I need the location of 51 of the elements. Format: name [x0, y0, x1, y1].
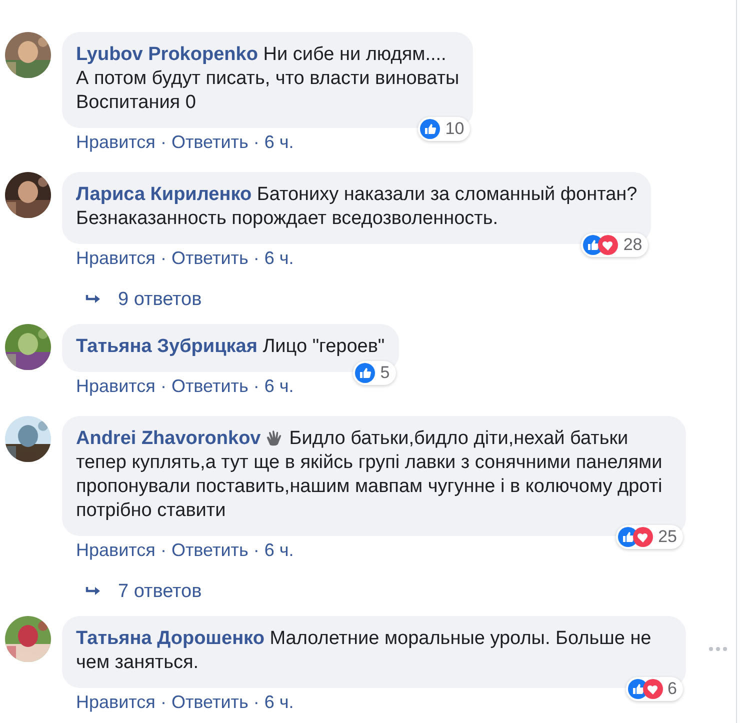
like-link[interactable]: Нравится [76, 540, 156, 560]
timestamp: 6 ч. [264, 376, 294, 396]
separator: · [160, 132, 166, 152]
like-icon [420, 119, 440, 139]
author-name[interactable]: Татьяна Зубрицкая [76, 336, 258, 357]
separator: · [253, 132, 260, 152]
like-link[interactable]: Нравится [76, 248, 156, 268]
author-name[interactable]: Andrei Zhavoronkov [76, 428, 261, 449]
separator: · [160, 248, 166, 268]
separator: · [253, 376, 260, 396]
comment-text: Lyubov Prokopenko Ни сибе ни людям.... А потом будут писать, что власти виноваты Воспитания 0 [76, 43, 460, 115]
separator: · [160, 692, 166, 712]
reaction-count: 10 [445, 119, 464, 139]
author-name[interactable]: Lyubov Prokopenko [76, 44, 258, 65]
reaction-count: 25 [658, 527, 677, 547]
author-name[interactable]: Лариса Кириленко [76, 184, 252, 205]
reply-link[interactable]: Ответить [171, 540, 248, 560]
reply-link[interactable]: Ответить [171, 248, 248, 268]
reply-arrow-icon [85, 586, 101, 598]
like-link[interactable]: Нравится [76, 376, 156, 396]
separator: · [253, 540, 260, 560]
reaction-summary[interactable]: 5 [353, 361, 396, 385]
reaction-summary[interactable]: 10 [418, 117, 470, 141]
reply-arrow-icon [85, 294, 101, 306]
separator: · [160, 376, 166, 396]
separator: · [253, 248, 260, 268]
reply-link[interactable]: Ответить [171, 132, 248, 152]
reaction-summary[interactable]: 28 [581, 233, 648, 257]
separator: · [160, 540, 166, 560]
like-link[interactable]: Нравится [76, 692, 156, 712]
comment-text: Andrei Zhavoronkov Бидло батьки,бидло діти,нехай батьки тепер куплять,а тут ще в якійсь групі лавки з сонячними панелями пропонували поставить,нашим мавпам чугунне і в колючому дроті потрібно ставити [76, 427, 664, 523]
reply-link[interactable]: Ответить [171, 376, 248, 396]
reaction-summary[interactable]: 25 [616, 525, 683, 549]
separator: · [253, 692, 260, 712]
reaction-count: 6 [668, 679, 677, 699]
view-replies-link[interactable]: 9 ответов [118, 286, 202, 314]
reaction-count: 28 [623, 235, 642, 255]
author-name[interactable]: Татьяна Дорошенко [76, 628, 264, 649]
timestamp: 6 ч. [264, 248, 294, 268]
like-link[interactable]: Нравится [76, 132, 156, 152]
timestamp: 6 ч. [264, 132, 294, 152]
comment-text: Татьяна Дорошенко Малолетние моральные уролы. Больше не чем заняться. [76, 627, 652, 675]
timestamp: 6 ч. [264, 540, 294, 560]
timestamp: 6 ч. [264, 692, 294, 712]
reaction-summary[interactable]: 6 [626, 677, 683, 701]
comment-text: Татьяна Зубрицкая Лицо "героев" [76, 335, 385, 359]
comment-text: Лариса Кириленко Батониху наказали за сломанный фонтан? Безнаказанность порождает вседозволенность. [76, 183, 638, 231]
like-icon [355, 363, 376, 383]
reply-link[interactable]: Ответить [171, 692, 248, 712]
view-replies-link[interactable]: 7 ответов [118, 578, 202, 606]
reaction-count: 5 [380, 363, 390, 383]
